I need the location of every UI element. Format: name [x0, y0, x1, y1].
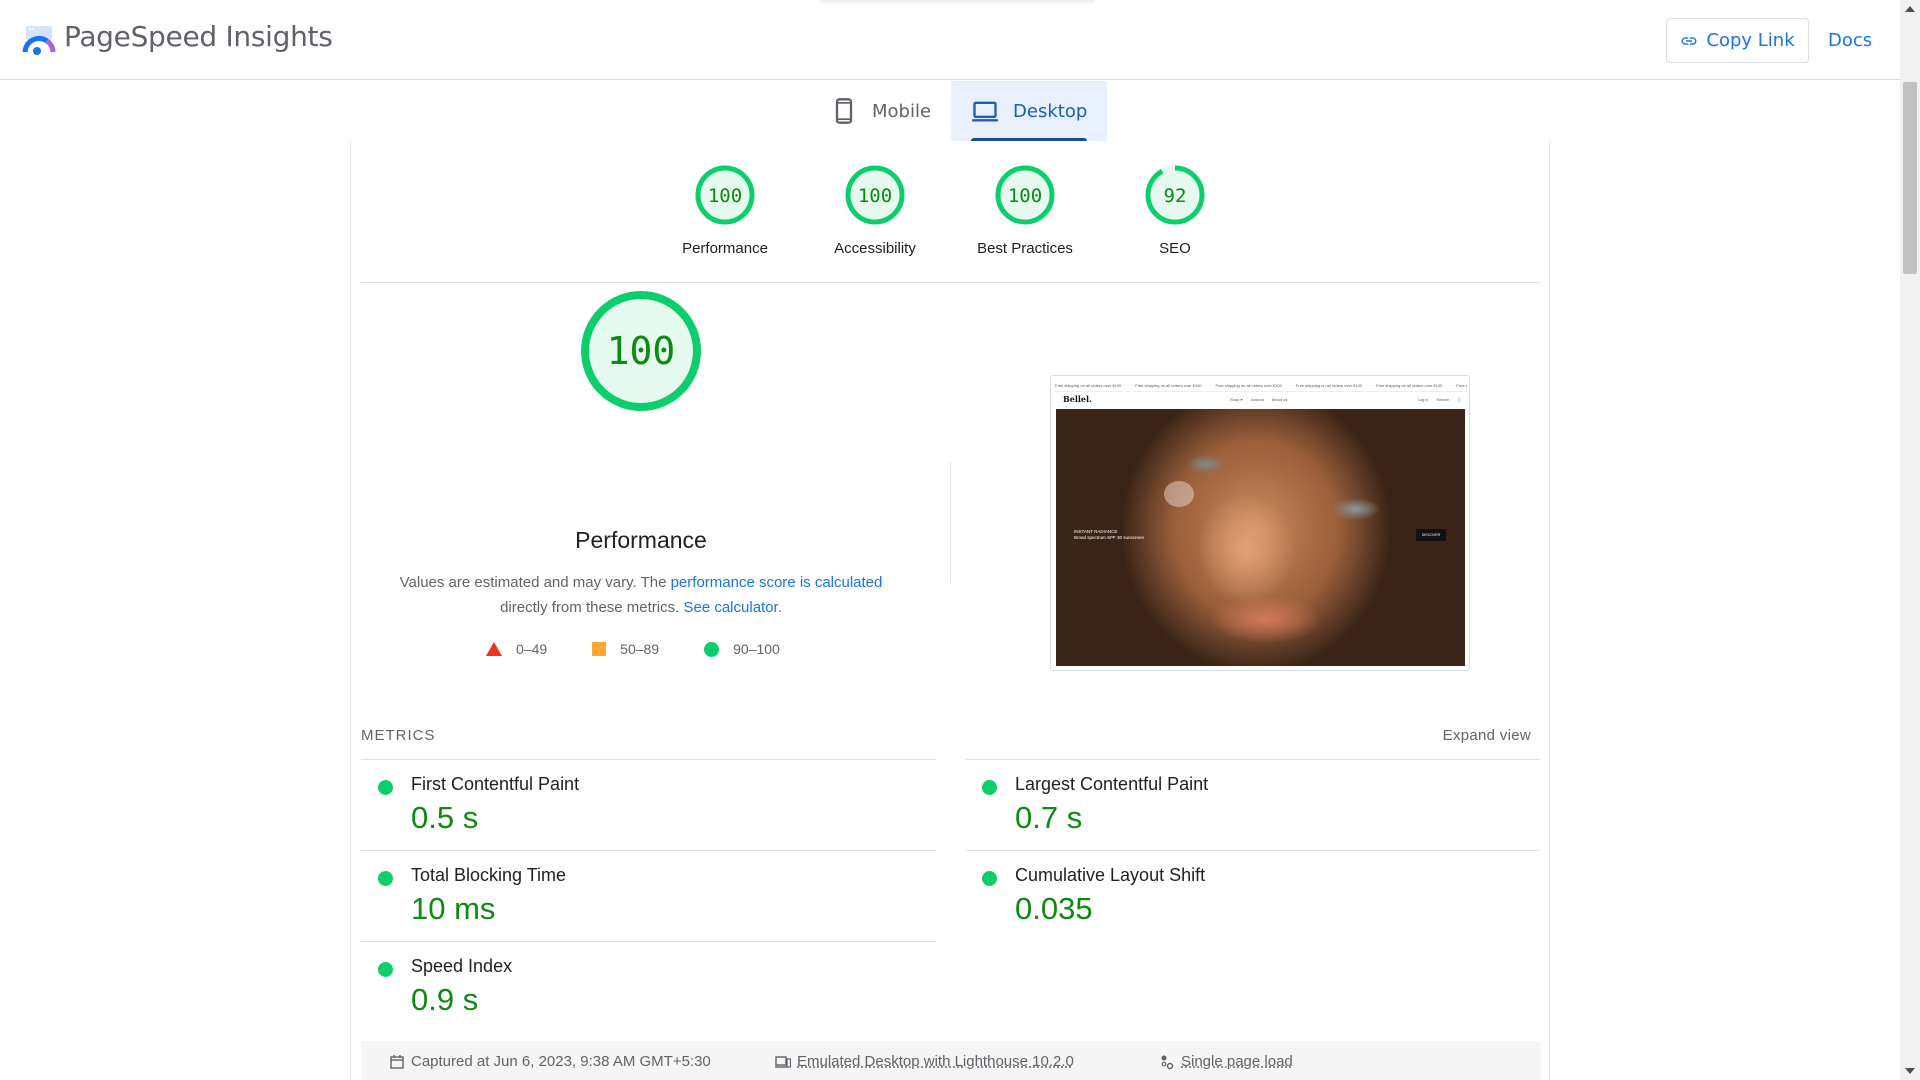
- metric-label: Largest Contentful Paint: [1015, 774, 1209, 794]
- scroll-thumb[interactable]: [1903, 82, 1917, 274]
- pass-dot-icon: [378, 871, 393, 886]
- score-ring: 100: [845, 165, 905, 225]
- legend-item-average: 50–89: [592, 641, 659, 657]
- pass-dot-icon: [982, 871, 997, 886]
- desc-text: Values are estimated and may vary. The: [399, 574, 671, 591]
- smartphone-icon: [835, 98, 853, 124]
- screenshot-nav: Bellel. Shop ▾ Journal About us Log in Sear…: [1063, 394, 1461, 404]
- performance-score: 100: [607, 329, 676, 373]
- single-page-load[interactable]: Single page load: [1159, 1053, 1293, 1070]
- devices-icon: [775, 1055, 791, 1068]
- screenshot-announcement-bar: Free shipping on all orders over €100 Fre…: [1055, 380, 1467, 392]
- hero-text: INSTANT RADIANCE Broad spectrum SPF 30 su…: [1074, 529, 1145, 540]
- link-icon: [1681, 36, 1697, 45]
- metric-speed-index: Speed Index 0.9 s: [361, 941, 936, 1032]
- tab-desktop-label: Desktop: [1013, 100, 1088, 122]
- metric-label: Cumulative Layout Shift: [1015, 865, 1206, 885]
- device-tabs: Mobile Desktop: [810, 81, 1108, 141]
- legend-item-fail: 0–49: [486, 641, 547, 657]
- captured-at: Captured at Jun 6, 2023, 9:38 AM GMT+5:3…: [389, 1053, 711, 1070]
- score-ring: 92: [1145, 165, 1205, 225]
- gauge-accessibility[interactable]: 100 Accessibility: [805, 164, 945, 257]
- gauge-score: 100: [1008, 185, 1042, 207]
- metric-lcp: Largest Contentful Paint 0.7 s: [965, 759, 1540, 850]
- legend-range: 0–49: [516, 641, 548, 657]
- gauge-label: Performance: [682, 240, 768, 257]
- gauge-best-practices[interactable]: 100 Best Practices: [955, 164, 1095, 257]
- calendar-icon: [390, 1054, 404, 1069]
- top-app-bar: PageSpeed Insights Copy Link Docs: [0, 0, 1900, 80]
- performance-title: Performance: [575, 527, 707, 553]
- metric-fcp: First Contentful Paint 0.5 s: [361, 759, 936, 850]
- page-load-icon: [1161, 1055, 1174, 1069]
- scroll-down-arrow-icon[interactable]: [1905, 1068, 1915, 1074]
- metric-tbt: Total Blocking Time 10 ms: [361, 850, 936, 941]
- scroll-up-arrow-icon[interactable]: [1905, 6, 1915, 12]
- metric-label: Total Blocking Time: [411, 865, 567, 885]
- pagespeed-logo-icon: [22, 26, 56, 55]
- tab-desktop[interactable]: Desktop: [951, 81, 1108, 141]
- docs-link[interactable]: Docs: [1828, 30, 1872, 51]
- gauge-score: 92: [1164, 185, 1187, 207]
- top-shadow: [820, 0, 1095, 6]
- see-calculator-link[interactable]: See calculator.: [683, 599, 781, 616]
- final-screenshot: Free shipping on all orders over €100 Fre…: [1050, 375, 1470, 671]
- laptop-icon: [972, 101, 998, 122]
- metric-label: Speed Index: [411, 956, 513, 976]
- metrics-header: METRICS Expand view: [361, 727, 1541, 757]
- report-panel: 100 Performance 100 Accessibility 100 Be…: [350, 141, 1550, 1080]
- metric-value: 0.7 s: [1015, 800, 1083, 835]
- legend-range: 50–89: [620, 641, 660, 657]
- tab-mobile[interactable]: Mobile: [810, 81, 951, 141]
- hero-glare: [1164, 481, 1194, 507]
- gauge-score: 100: [858, 185, 892, 207]
- pass-dot-icon: [378, 780, 393, 795]
- screenshot-hero-image: INSTANT RADIANCE Broad spectrum SPF 30 su…: [1056, 409, 1465, 666]
- section-vertical-divider: [950, 462, 951, 582]
- metric-value: 0.5 s: [411, 800, 479, 835]
- gauge-score: 100: [708, 185, 742, 207]
- metric-value: 0.9 s: [411, 982, 479, 1017]
- gauge-seo[interactable]: 92 SEO: [1105, 164, 1245, 257]
- pass-dot-icon: [378, 962, 393, 977]
- green-circle-icon: [704, 641, 720, 657]
- metric-label: First Contentful Paint: [411, 774, 580, 794]
- metrics-title: METRICS: [361, 727, 436, 744]
- performance-description: Values are estimated and may vary. The p…: [351, 570, 931, 620]
- runtime-settings-bar: Captured at Jun 6, 2023, 9:38 AM GMT+5:3…: [361, 1041, 1541, 1080]
- metric-value: 0.035: [1015, 891, 1093, 926]
- metric-cls: Cumulative Layout Shift 0.035: [965, 850, 1540, 941]
- screenshot-brand: Bellel.: [1063, 394, 1092, 404]
- score-ring: 100: [695, 165, 755, 225]
- gauge-label: Accessibility: [834, 240, 916, 257]
- gauge-label: SEO: [1159, 240, 1191, 257]
- orange-square-icon: [592, 642, 607, 656]
- page-scrollbar[interactable]: [1900, 0, 1920, 1080]
- tab-mobile-label: Mobile: [872, 100, 932, 122]
- app-title: PageSpeed Insights: [64, 20, 333, 53]
- legend-range: 90–100: [733, 641, 780, 657]
- score-calculated-link[interactable]: performance score is calculated: [671, 574, 883, 591]
- legend-item-pass: 90–100: [704, 641, 780, 657]
- emulated-device[interactable]: Emulated Desktop with Lighthouse 10.2.0: [775, 1053, 1074, 1070]
- gauge-performance[interactable]: 100 Performance: [655, 164, 795, 257]
- hero-button: DISCOVER: [1416, 529, 1446, 541]
- gauge-label: Best Practices: [977, 240, 1073, 257]
- metric-value: 10 ms: [411, 891, 496, 926]
- score-legend: 0–49 50–89 90–100: [486, 641, 825, 657]
- category-gauges: 100 Performance 100 Accessibility 100 Be…: [351, 141, 1549, 282]
- red-triangle-icon: [486, 642, 502, 656]
- expand-view-toggle[interactable]: Expand view: [1443, 727, 1531, 744]
- desc-text: directly from these metrics.: [500, 599, 684, 616]
- copy-link-label: Copy Link: [1706, 30, 1795, 51]
- pass-dot-icon: [982, 780, 997, 795]
- performance-score-gauge: 100: [581, 291, 701, 411]
- gauges-divider: [361, 282, 1541, 283]
- copy-link-button[interactable]: Copy Link: [1666, 18, 1809, 63]
- score-ring: 100: [995, 165, 1055, 225]
